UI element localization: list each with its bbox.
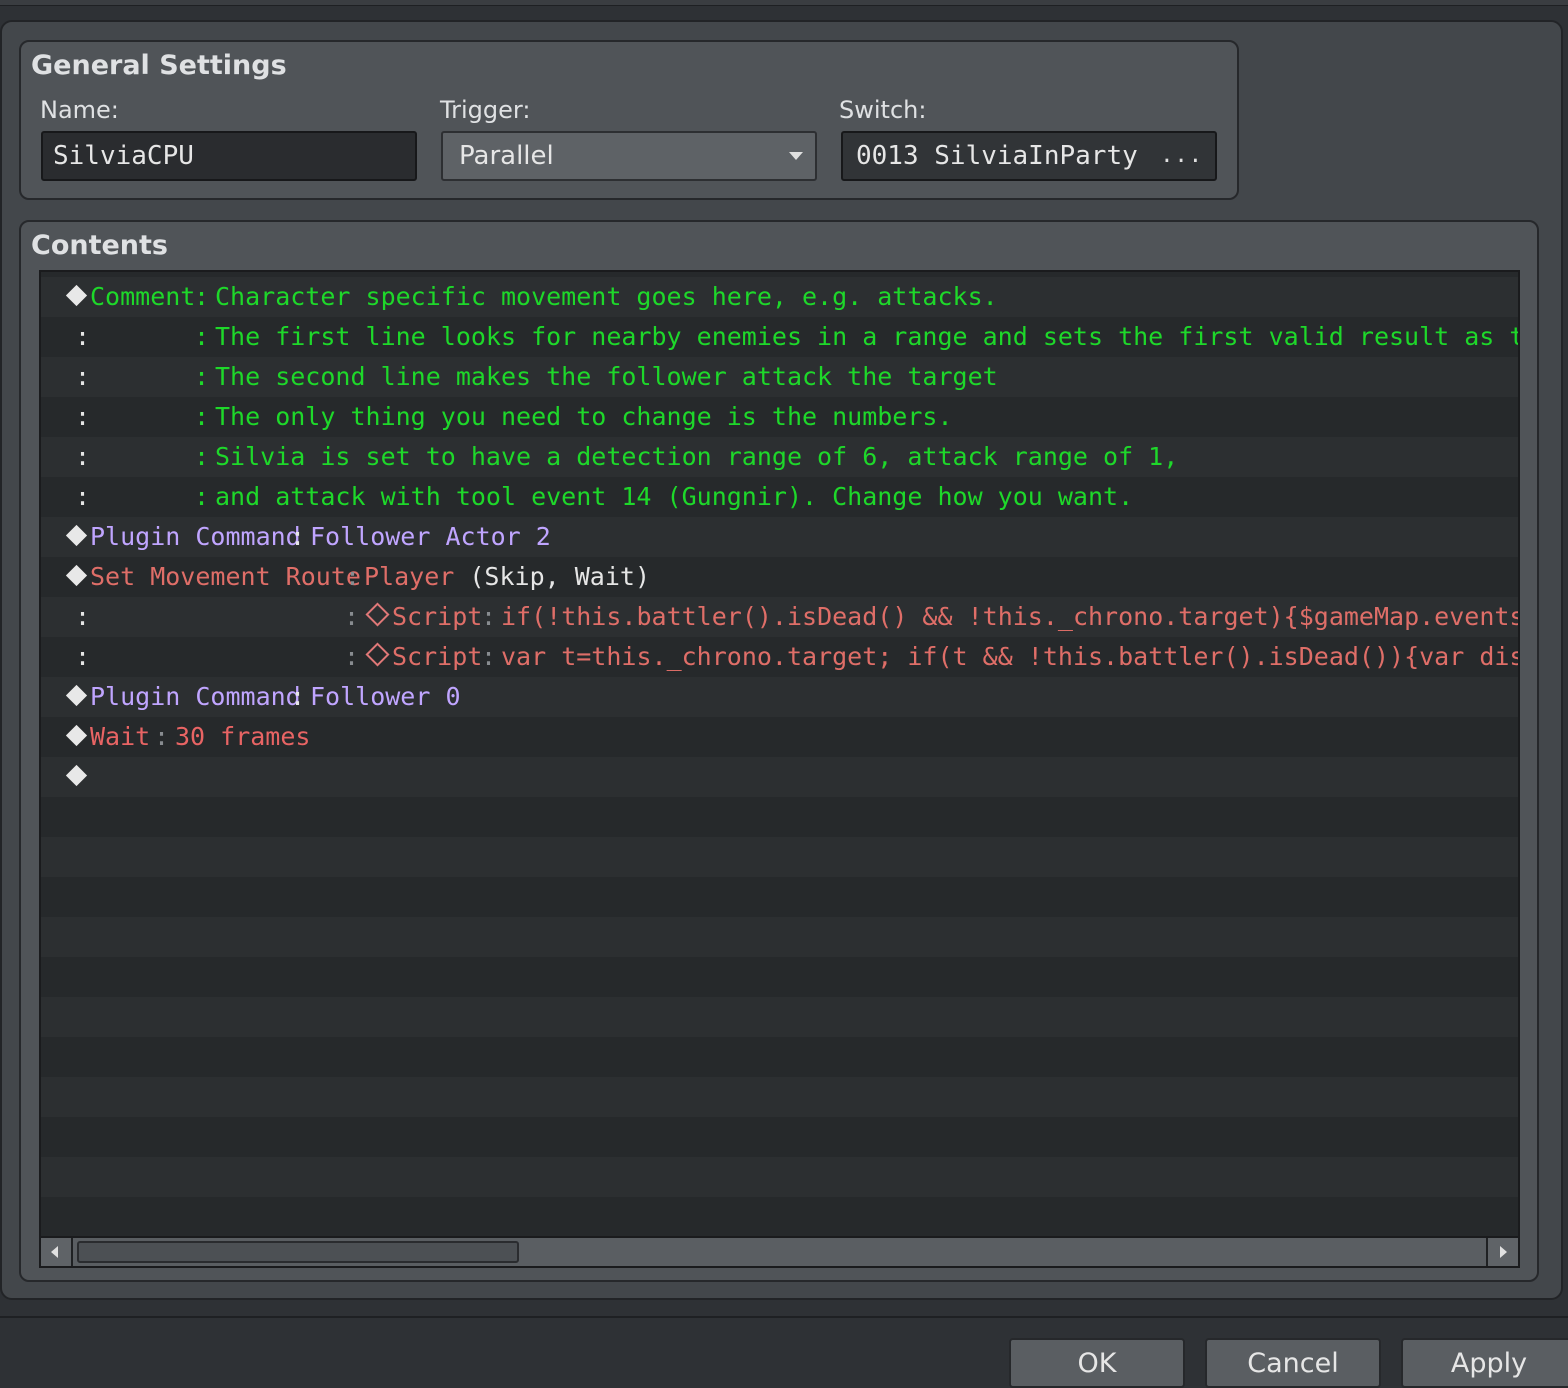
separator: : xyxy=(481,642,497,671)
separator: : xyxy=(194,402,210,431)
list-item[interactable]: : : Script : if(!this.battler().isDead()… xyxy=(41,597,1518,637)
diamond-icon xyxy=(65,724,88,747)
switch-browse-button[interactable]: ... xyxy=(1160,143,1203,168)
list-item[interactable]: : : Silvia is set to have a detection ra… xyxy=(41,437,1518,477)
empty-row xyxy=(41,1117,1518,1157)
empty-row xyxy=(41,997,1518,1037)
command-text: Follower 0 xyxy=(310,682,461,711)
separator: : xyxy=(290,682,306,711)
command-text: 30 frames xyxy=(175,722,311,751)
list-item[interactable]: : : The only thing you need to change is… xyxy=(41,397,1518,437)
list-item[interactable]: Plugin Command : Follower 0 xyxy=(41,677,1518,717)
command-text: The second line makes the follower attac… xyxy=(215,362,998,391)
subcommand-name: Script xyxy=(392,602,483,631)
diamond-icon xyxy=(65,284,88,307)
separator: : xyxy=(290,522,306,551)
separator: : xyxy=(481,602,497,631)
list-item[interactable]: Comment : Character specific movement go… xyxy=(41,277,1518,317)
separator: : xyxy=(194,482,210,511)
command-name: Set Movement Route xyxy=(90,562,361,591)
contents-title: Contents xyxy=(31,230,169,261)
route-target: Player xyxy=(364,562,455,591)
command-name: Comment xyxy=(90,282,196,311)
trigger-label: Trigger: xyxy=(440,96,531,124)
continuation-marker: : xyxy=(75,322,91,351)
footer-divider xyxy=(0,1316,1568,1318)
switch-field[interactable]: 0013 SilviaInParty ... xyxy=(841,131,1217,181)
hollow-diamond-icon xyxy=(365,602,390,627)
separator: : xyxy=(154,722,170,751)
list-item[interactable]: Plugin Command : Follower Actor 2 xyxy=(41,517,1518,557)
switch-label: Switch: xyxy=(839,96,927,124)
separator: : xyxy=(194,362,210,391)
command-name: Plugin Command xyxy=(90,522,301,551)
list-item[interactable]: : : The second line makes the follower a… xyxy=(41,357,1518,397)
name-input-value: SilviaCPU xyxy=(53,141,194,171)
list-item[interactable]: : : The first line looks for nearby enem… xyxy=(41,317,1518,357)
separator: : xyxy=(345,562,361,591)
scrollbar-thumb[interactable] xyxy=(77,1241,519,1263)
scroll-right-icon[interactable] xyxy=(1486,1238,1518,1266)
separator: : xyxy=(344,642,360,671)
diamond-icon xyxy=(65,524,88,547)
event-command-list[interactable]: Comment : Character specific movement go… xyxy=(39,270,1520,1268)
list-item[interactable]: : : Script : var t=this._chrono.target; … xyxy=(41,637,1518,677)
separator: : xyxy=(194,322,210,351)
separator: : xyxy=(344,602,360,631)
apply-button[interactable]: Apply xyxy=(1401,1338,1568,1388)
continuation-marker: : xyxy=(75,402,91,431)
empty-row xyxy=(41,957,1518,997)
command-text: Follower Actor 2 xyxy=(310,522,551,551)
list-item-empty[interactable] xyxy=(41,757,1518,797)
hollow-diamond-icon xyxy=(365,642,390,667)
separator: : xyxy=(194,282,210,311)
continuation-marker: : xyxy=(75,602,91,631)
title-bar-edge xyxy=(0,0,1568,6)
continuation-marker: : xyxy=(75,642,91,671)
list-item[interactable]: Wait : 30 frames xyxy=(41,717,1518,757)
empty-row xyxy=(41,1157,1518,1197)
command-text: and attack with tool event 14 (Gungnir).… xyxy=(215,482,1134,511)
empty-row xyxy=(41,1037,1518,1077)
empty-row xyxy=(41,917,1518,957)
command-text: if(!this.battler().isDead() && !this._ch… xyxy=(501,602,1520,631)
general-settings-title: General Settings xyxy=(31,50,287,81)
cancel-button[interactable]: Cancel xyxy=(1205,1338,1381,1388)
command-name: Plugin Command xyxy=(90,682,301,711)
switch-field-value: 0013 SilviaInParty xyxy=(856,141,1138,171)
list-item[interactable]: Set Movement Route : Player (Skip, Wait) xyxy=(41,557,1518,597)
diamond-icon xyxy=(65,564,88,587)
empty-row xyxy=(41,1077,1518,1117)
empty-row xyxy=(41,1197,1518,1237)
empty-row xyxy=(41,797,1518,837)
continuation-marker: : xyxy=(75,442,91,471)
command-text: Character specific movement goes here, e… xyxy=(215,282,998,311)
empty-row xyxy=(41,877,1518,917)
subcommand-name: Script xyxy=(392,642,483,671)
continuation-marker: : xyxy=(75,482,91,511)
continuation-marker: : xyxy=(75,362,91,391)
diamond-icon xyxy=(65,764,88,787)
command-name: Wait xyxy=(90,722,151,751)
chevron-down-icon xyxy=(789,152,803,160)
name-label: Name: xyxy=(40,96,119,124)
empty-row xyxy=(41,837,1518,877)
command-text: var t=this._chrono.target; if(t && !this… xyxy=(501,642,1520,671)
diamond-icon xyxy=(65,684,88,707)
list-item[interactable]: : : and attack with tool event 14 (Gungn… xyxy=(41,477,1518,517)
command-text: The only thing you need to change is the… xyxy=(215,402,953,431)
trigger-select-value: Parallel xyxy=(459,141,554,171)
command-text: Silvia is set to have a detection range … xyxy=(215,442,1179,471)
route-options: (Skip, Wait) xyxy=(469,562,650,591)
horizontal-scrollbar[interactable] xyxy=(41,1236,1518,1266)
ok-button[interactable]: OK xyxy=(1009,1338,1185,1388)
scroll-left-icon[interactable] xyxy=(41,1238,73,1266)
separator: : xyxy=(194,442,210,471)
name-input[interactable]: SilviaCPU xyxy=(41,131,417,181)
trigger-select[interactable]: Parallel xyxy=(441,131,817,181)
command-text: The first line looks for nearby enemies … xyxy=(215,322,1520,351)
